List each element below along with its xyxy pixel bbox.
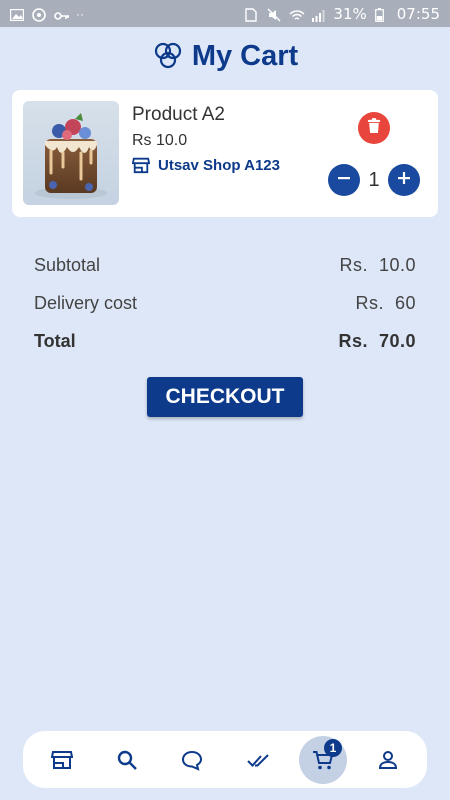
bottom-nav: 1 [23,731,427,788]
logo-icon [152,40,184,72]
decrease-quantity-button[interactable] [328,164,360,196]
store-icon [50,749,73,771]
cart-count-badge: 1 [323,738,342,757]
nav-chat[interactable] [168,736,216,784]
product-name[interactable]: Product A2 [132,104,225,126]
profile-icon [377,749,399,771]
total-value: Rs. 70.0 [338,330,416,351]
wifi-icon [289,8,305,20]
page-title: My Cart [191,39,299,72]
nav-cart[interactable]: 1 [298,735,347,784]
delivery-label: Delivery cost [34,292,138,313]
key-icon [54,8,69,20]
nav-orders[interactable] [234,736,282,784]
status-bar: ·· 31% 07:55 [0,0,450,27]
shop-link[interactable]: Utsav Shop A123 [132,156,280,174]
shop-name: Utsav Shop A123 [158,156,280,174]
header: My Cart [0,27,450,85]
app-notification-icon [32,7,46,22]
more-notifications-icon: ·· [76,6,84,21]
chat-icon [181,749,203,771]
cart-item-card: Product A2 Rs 10.0 Utsav Shop A123 1 [12,90,438,217]
store-icon [132,156,150,174]
product-image[interactable] [23,101,119,205]
subtotal-label: Subtotal [34,254,101,275]
nav-profile[interactable] [364,736,412,784]
product-price: Rs 10.0 [132,132,188,149]
plus-icon [397,171,411,190]
mute-icon [267,8,281,21]
battery-icon [374,7,389,22]
search-icon [116,749,138,771]
order-summary: Subtotal Rs. 10.0 Delivery cost Rs. 60 T… [34,246,416,360]
double-check-icon [246,749,269,771]
quantity-stepper: 1 [328,164,420,196]
clock: 07:55 [396,4,440,23]
total-row: Total Rs. 70.0 [34,322,416,360]
nav-search[interactable] [103,736,151,784]
delete-item-button[interactable] [358,112,390,144]
increase-quantity-button[interactable] [388,164,420,196]
checkout-button[interactable]: CHECKOUT [147,377,303,417]
subtotal-row: Subtotal Rs. 10.0 [34,246,416,284]
total-label: Total [34,330,76,351]
battery-percent: 31% [333,4,367,23]
sim-icon [245,7,259,22]
signal-icon [311,8,325,22]
minus-icon [337,171,351,190]
delivery-row: Delivery cost Rs. 60 [34,284,416,322]
quantity-value: 1 [368,168,380,191]
gallery-icon [9,8,25,21]
nav-store[interactable] [38,736,86,784]
trash-icon [367,117,381,139]
delivery-value: Rs. 60 [355,292,416,313]
subtotal-value: Rs. 10.0 [339,254,416,275]
